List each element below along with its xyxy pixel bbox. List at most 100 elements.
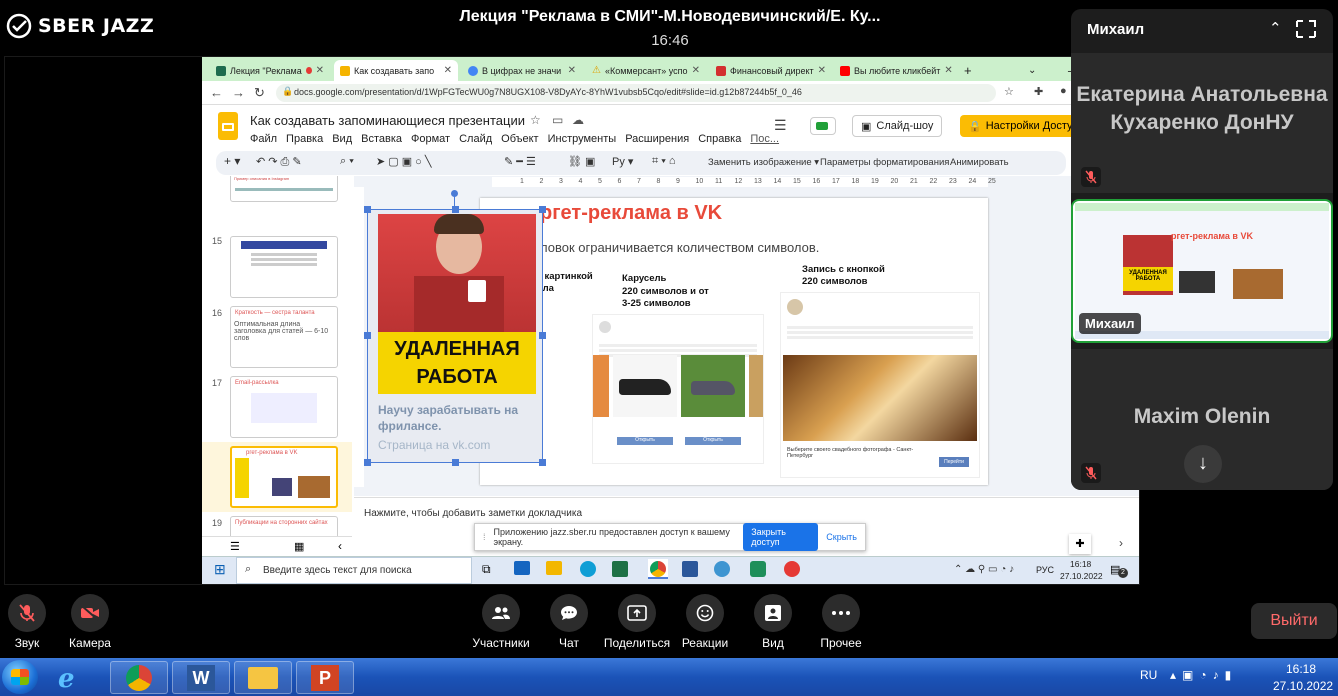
tray-language[interactable]: РУС	[1036, 565, 1054, 575]
undo-icon[interactable]: ↶ ↷ ⎙ ✎	[256, 155, 302, 169]
new-tab-button[interactable]: +	[958, 60, 978, 81]
extensions-icon[interactable]: ✚	[1034, 85, 1043, 98]
mic-toggle-button[interactable]	[8, 594, 46, 632]
reload-icon[interactable]: ↻	[254, 85, 265, 101]
url-input[interactable]: 🔒 docs.google.com/presentation/d/1WpFGTec…	[276, 84, 996, 102]
menu-object[interactable]: Объект	[501, 133, 538, 145]
browser-tab-6[interactable]: Вы любите кликбейт ✕	[834, 60, 954, 81]
ie-browser-icon[interactable]: e	[58, 664, 94, 694]
reactions-button[interactable]	[686, 594, 724, 632]
zoom-icon[interactable]: ⌕ ▾	[340, 155, 354, 168]
menu-view[interactable]: Вид	[332, 133, 352, 145]
close-icon[interactable]: ✕	[444, 65, 452, 76]
doc-title[interactable]: Как создавать запоминающиеся презентации	[250, 113, 525, 128]
slide-title[interactable]: ргет-реклама в VK	[540, 202, 722, 225]
tray-icons[interactable]: ⌃ ☁ ⚲ ▭ ◔ ♪	[954, 564, 1014, 575]
list-view-icon[interactable]: ☰	[230, 540, 240, 553]
task-view-icon[interactable]: ⧉	[482, 562, 491, 577]
menu-edit[interactable]: Правка	[286, 133, 323, 145]
menu-slide[interactable]: Слайд	[459, 133, 492, 145]
collapse-icon[interactable]: ‹	[338, 539, 342, 553]
comments-icon[interactable]: ☰	[774, 117, 787, 134]
more-button[interactable]	[822, 594, 860, 632]
slides-logo-icon[interactable]	[218, 112, 238, 140]
word-app-icon[interactable]	[682, 561, 698, 577]
selected-ad-image[interactable]: УДАЛЕННАЯ РАБОТА Научу зарабатывать на ф…	[364, 206, 546, 466]
slide-thumb-18[interactable]: ргет-реклама в VK	[230, 446, 338, 508]
chevron-up-icon[interactable]: ⌃	[1269, 19, 1282, 37]
move-icon[interactable]: ▭	[552, 113, 563, 127]
participant-tile-3[interactable]: Maxim Olenin ↓	[1071, 349, 1333, 490]
slide-thumb-19[interactable]: Публикации на сторонних сайтах	[230, 516, 338, 536]
replace-image-button[interactable]: Заменить изображение ▾	[708, 157, 819, 168]
leave-call-button[interactable]: Выйти	[1251, 603, 1337, 639]
hide-banner-button[interactable]: Скрыть	[826, 532, 857, 542]
browser-tab-1[interactable]: Лекция "Реклама ✕	[210, 60, 330, 81]
close-icon[interactable]: ✕	[818, 65, 826, 76]
crop-icon[interactable]: ⌗ ▾ ⌂	[652, 155, 676, 168]
stop-sharing-button[interactable]: Закрыть доступ	[743, 523, 819, 551]
browser-tab-2[interactable]: Как создавать запо ✕	[334, 60, 458, 81]
slideshow-button[interactable]: ▣ Слайд-шоу	[852, 115, 942, 137]
tray-icons[interactable]: ▴▣◔♪▮	[1170, 668, 1237, 682]
taskbar-search-input[interactable]: ⌕ Введите здесь текст для поиска	[236, 557, 472, 584]
start-orb-icon[interactable]	[2, 660, 38, 694]
app-icon[interactable]	[750, 561, 766, 577]
chrome-taskbar-button[interactable]	[110, 661, 168, 694]
windows-start-icon[interactable]: ⊞	[214, 561, 226, 578]
powerpoint-taskbar-button[interactable]: P	[296, 661, 354, 694]
new-slide-icon[interactable]: + ▾	[224, 154, 240, 168]
close-icon[interactable]: ✕	[944, 65, 952, 76]
chat-button[interactable]	[550, 594, 588, 632]
camera-toggle-button[interactable]	[71, 594, 109, 632]
browser-tab-5[interactable]: Финансовый директ ✕	[710, 60, 830, 81]
star-icon[interactable]: ☆	[1004, 85, 1014, 98]
slide-thumb-15[interactable]	[230, 236, 338, 298]
scroll-down-icon[interactable]: ↓	[1184, 445, 1222, 483]
slide-thumb-17[interactable]: Email-рассылка	[230, 376, 338, 438]
telegram-app-icon[interactable]	[714, 561, 730, 577]
participant-tile-2[interactable]: УДАЛЕННАЯ РАБОТА ргет-реклама в VK Михаи…	[1071, 199, 1333, 343]
close-icon[interactable]: ✕	[316, 65, 324, 76]
word-taskbar-button[interactable]: W	[172, 661, 230, 694]
profile-icon[interactable]: ●	[1060, 85, 1067, 97]
participant-tile-1[interactable]: Екатерина Анатольевна Кухаренко ДонНУ	[1071, 53, 1333, 193]
menu-extensions[interactable]: Расширения	[625, 133, 689, 145]
format-options-button[interactable]: Параметры форматирования	[820, 157, 949, 168]
mask-icon[interactable]: Ру ▾	[612, 155, 633, 168]
menu-last-edit[interactable]: Пос...	[750, 133, 779, 145]
share-screen-button[interactable]	[618, 594, 656, 632]
menu-insert[interactable]: Вставка	[361, 133, 402, 145]
slide-thumb-14[interactable]: Пример описания в Instagram	[230, 176, 338, 202]
menu-tools[interactable]: Инструменты	[548, 133, 617, 145]
animate-button[interactable]: Анимировать	[950, 157, 1009, 168]
pen-icon[interactable]: ✎ ━ ☰	[504, 155, 536, 168]
mail-app-icon[interactable]	[514, 561, 530, 575]
star-icon[interactable]: ☆	[530, 113, 541, 127]
cursor-icon[interactable]: ➤ ▢ ▣ ○ ╲	[376, 155, 432, 168]
browser-tab-3[interactable]: В цифрах не значи ✕	[462, 60, 582, 81]
app-icon[interactable]	[784, 561, 800, 577]
grid-view-icon[interactable]: ▦	[294, 540, 304, 553]
explorer-taskbar-button[interactable]	[234, 661, 292, 694]
rotate-handle-knob[interactable]	[451, 190, 458, 197]
close-icon[interactable]: ✕	[692, 65, 700, 76]
link-icon[interactable]: ⛓ ▣	[568, 155, 595, 168]
explore-icon[interactable]: ✚	[1069, 534, 1091, 554]
view-button[interactable]	[754, 594, 792, 632]
pip-toggle-icon[interactable]	[1295, 19, 1317, 39]
menu-help[interactable]: Справка	[698, 133, 741, 145]
close-icon[interactable]: ✕	[568, 65, 576, 76]
meet-button[interactable]	[810, 117, 836, 135]
language-indicator[interactable]: RU	[1140, 668, 1157, 682]
slide-thumb-16[interactable]: Краткость — сестра таланта Оптимальная дл…	[230, 306, 338, 368]
browser-tab-4[interactable]: ⚠ «Коммерсант» успо ✕	[586, 60, 706, 81]
forward-icon[interactable]: →	[232, 85, 245, 100]
menu-file[interactable]: Файл	[250, 133, 277, 145]
back-icon[interactable]: ←	[210, 85, 223, 100]
edge-app-icon[interactable]	[580, 561, 596, 577]
tab-search-icon[interactable]: ⌄	[1022, 60, 1042, 81]
slide-subtitle[interactable]: ловок ограничивается количеством символо…	[540, 240, 819, 255]
explorer-app-icon[interactable]	[546, 561, 562, 575]
drag-handle-icon[interactable]: ⁞	[483, 532, 486, 542]
